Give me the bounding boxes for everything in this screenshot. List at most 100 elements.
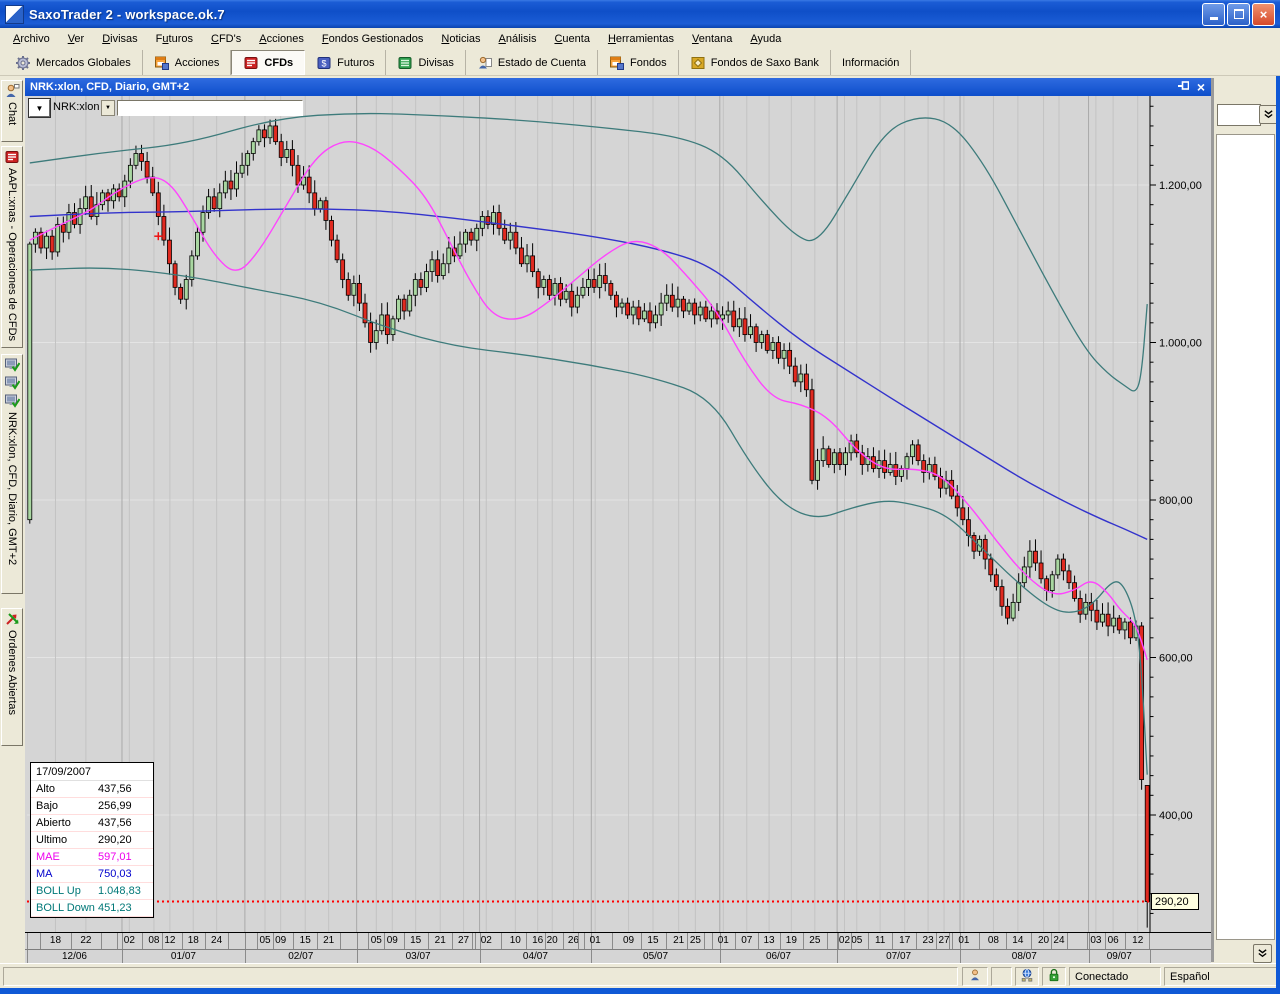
- day-label: 01: [717, 935, 729, 946]
- day-label: 21: [434, 935, 446, 946]
- info-row-value: 451,23: [98, 902, 132, 914]
- toolbar-tab-cfds[interactable]: CFDs: [231, 50, 306, 75]
- monitor-check-icon: [4, 357, 21, 373]
- toolbar-tab-fondos[interactable]: Fondos: [598, 50, 679, 75]
- menu-an-lisis[interactable]: Análisis: [490, 30, 546, 48]
- status-panel-lock[interactable]: [1042, 967, 1066, 986]
- minimize-icon: [1209, 17, 1218, 20]
- toolbar-tab-label: CFDs: [264, 56, 294, 69]
- symbol-search-input[interactable]: [117, 100, 303, 116]
- menu-cfd-s[interactable]: CFD's: [202, 30, 250, 48]
- instrument-dropdown-button[interactable]: ▼: [101, 100, 115, 116]
- chart-close-icon[interactable]: ×: [1197, 79, 1205, 95]
- chart-menu-dropdown-button[interactable]: ▼: [28, 98, 51, 118]
- status-panel-network[interactable]: [1015, 967, 1039, 986]
- minimize-button[interactable]: [1202, 2, 1225, 26]
- day-separator: [936, 933, 938, 950]
- month-label-03-07: 03/07: [405, 951, 431, 962]
- menu-divisas[interactable]: Divisas: [93, 30, 146, 48]
- info-row-ma: MA 750,03: [31, 866, 153, 883]
- y-axis-tick-label: 400,00: [1159, 810, 1193, 822]
- right-panel-input[interactable]: [1217, 104, 1261, 126]
- window-orange-icon: [154, 55, 170, 71]
- toolbar-tab-fondos-de-saxo-bank[interactable]: Fondos de Saxo Bank: [679, 50, 831, 75]
- day-label: 12: [164, 935, 176, 946]
- expand-panel-bottom-button[interactable]: [1253, 944, 1272, 963]
- menu-fondos-gestionados[interactable]: Fondos Gestionados: [313, 30, 433, 48]
- status-language[interactable]: Español: [1164, 967, 1277, 986]
- day-label: 02: [838, 935, 851, 946]
- app-logo-icon: [5, 4, 24, 24]
- chevron-down-icon: ▼: [105, 105, 111, 111]
- info-row-value: 750,03: [98, 868, 132, 880]
- connection-label: Conectado: [1075, 970, 1129, 983]
- day-separator: [368, 933, 370, 950]
- day-label: 15: [299, 935, 311, 946]
- day-separator: [384, 933, 386, 950]
- chart-toolbar: ▼ NRK:xlon ▼: [25, 96, 1211, 119]
- day-label: 17: [899, 935, 911, 946]
- gear-icon: [15, 55, 31, 71]
- day-label: 22: [80, 935, 92, 946]
- chart-window-title-bar[interactable]: NRK:xlon, CFD, Diario, GMT+2 ×: [25, 78, 1211, 96]
- day-separator: [1051, 933, 1053, 950]
- menu-ayuda[interactable]: Ayuda: [741, 30, 790, 48]
- day-label: 10: [509, 935, 521, 946]
- status-panel-main: [3, 967, 958, 986]
- account-person-icon: [477, 55, 493, 71]
- day-separator: [117, 933, 119, 950]
- month-label-09-07: 09/07: [1106, 951, 1132, 962]
- toolbar-tab-informaci-n[interactable]: Información: [831, 50, 912, 75]
- toolbar-tab-acciones[interactable]: Acciones: [143, 50, 232, 75]
- day-separator: [850, 933, 852, 950]
- info-row-label: Ultimo: [36, 834, 68, 846]
- day-separator: [735, 933, 737, 950]
- info-row-value: 597,01: [98, 851, 132, 863]
- month-label-07-07: 07/07: [886, 951, 912, 962]
- month-label-06-07: 06/07: [765, 951, 791, 962]
- day-label: 06: [1107, 935, 1119, 946]
- day-separator: [978, 933, 980, 950]
- menu-cuenta[interactable]: Cuenta: [545, 30, 598, 48]
- sidebar-tab-nrk-xlon-cfd-diario-gmt-2[interactable]: NRK:xlon, CFD, Diario, GMT+2: [1, 354, 23, 594]
- sidebar-tab-chat[interactable]: Chat: [1, 80, 23, 142]
- toolbar-tab-label: Acciones: [174, 56, 220, 69]
- day-label: 25: [689, 935, 701, 946]
- app-title-bar[interactable]: SaxoTrader 2 - workspace.ok.7 ×: [0, 0, 1280, 28]
- sidebar-tab-aapl-xnas-operaciones-de-cfd[interactable]: AAPL:xnas - Operaciones de CFDs: [1, 146, 23, 348]
- day-separator: [1125, 933, 1127, 950]
- info-row-mae: MAE 597,01: [31, 849, 153, 866]
- month-label-02-07: 02/07: [288, 951, 314, 962]
- cfd-red-icon: [4, 149, 20, 165]
- toolbar-tab-divisas[interactable]: Divisas: [386, 50, 466, 75]
- menu-herramientas[interactable]: Herramientas: [599, 30, 683, 48]
- day-label: 18: [49, 935, 62, 946]
- day-label: 19: [785, 935, 797, 946]
- close-icon: ×: [1259, 6, 1268, 22]
- toolbar-tab-mercados-globales[interactable]: Mercados Globales: [4, 50, 143, 75]
- month-separator: [1150, 950, 1151, 963]
- menu-ver[interactable]: Ver: [59, 30, 94, 48]
- day-separator: [687, 933, 689, 950]
- chart-plot[interactable]: 1.200,00 1.000,00 800,00 600,00 400,00 ▼ NRK…: [25, 96, 1211, 932]
- day-separator: [711, 933, 713, 950]
- toolbar-tab-futuros[interactable]: $ Futuros: [305, 50, 387, 75]
- month-label-01-07: 01/07: [170, 951, 196, 962]
- menu-acciones[interactable]: Acciones: [250, 30, 313, 48]
- menu-noticias[interactable]: Noticias: [432, 30, 489, 48]
- day-label: 13: [763, 935, 775, 946]
- pin-icon[interactable]: [1177, 81, 1190, 93]
- close-button[interactable]: ×: [1252, 2, 1275, 26]
- toolbar-tab-estado-de-cuenta[interactable]: Estado de Cuenta: [466, 50, 598, 75]
- day-label: 23: [922, 935, 934, 946]
- day-separator: [161, 933, 163, 950]
- day-separator: [868, 933, 870, 950]
- sidebar-tab-ordenes-abiertas[interactable]: Ordenes Abiertas: [1, 608, 23, 746]
- restore-button[interactable]: [1227, 2, 1250, 26]
- status-panel-user[interactable]: [962, 967, 988, 986]
- menu-archivo[interactable]: Archivo: [4, 30, 59, 48]
- day-label: 09: [622, 935, 635, 946]
- menu-futuros[interactable]: Futuros: [147, 30, 202, 48]
- chevron-down-icon: ▼: [35, 103, 44, 113]
- menu-ventana[interactable]: Ventana: [683, 30, 741, 48]
